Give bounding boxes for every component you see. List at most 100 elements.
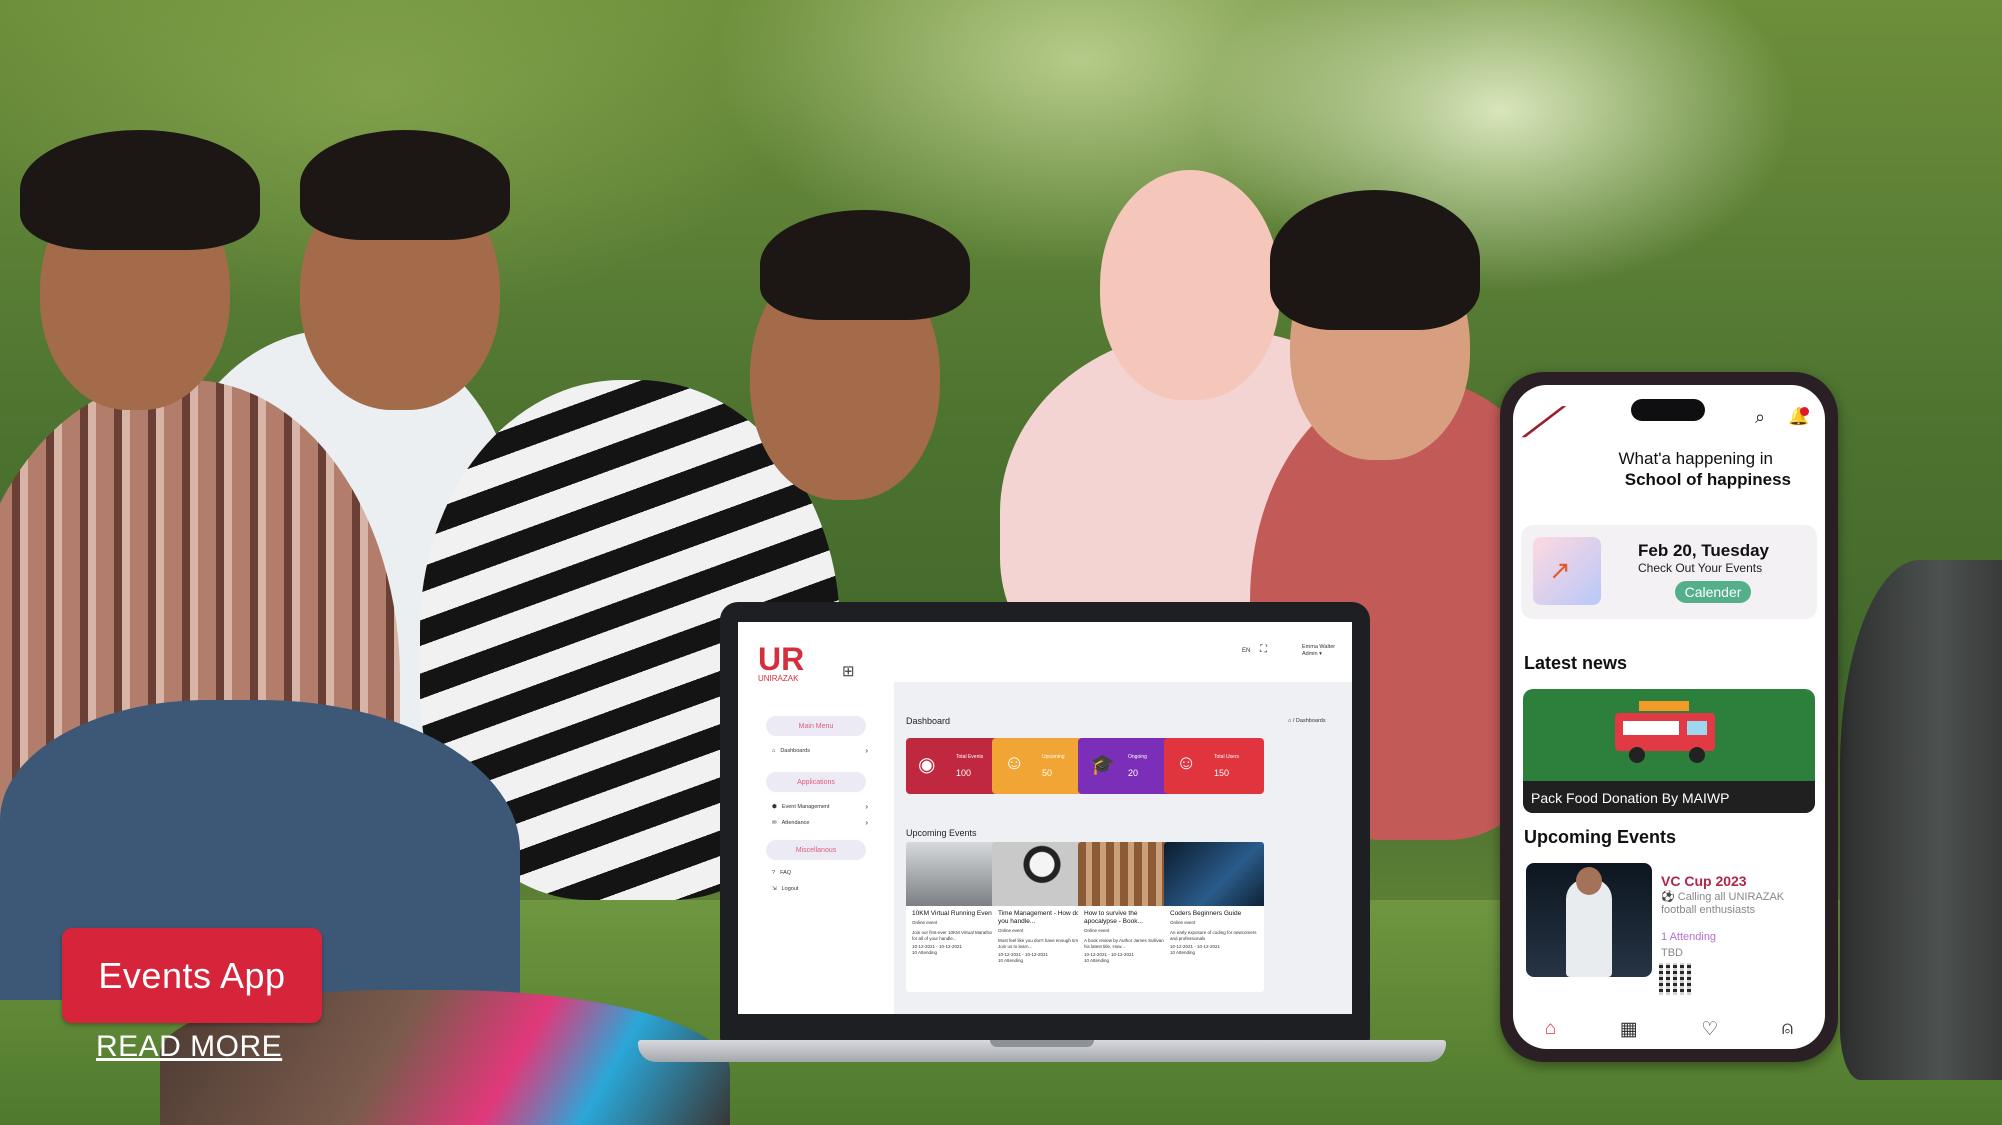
help-icon: ? [772, 870, 776, 876]
event-image-running [906, 842, 1006, 906]
logout-icon: ⇲ [772, 886, 777, 892]
greeting-subtitle: School of happiness [1624, 470, 1791, 489]
event-title: 10KM Virtual Running Event [912, 910, 994, 917]
upcoming-events-title: Upcoming Events [1524, 827, 1677, 847]
breadcrumb-label: / Dashboards [1292, 718, 1326, 724]
bottom-nav: ⌂ ▦ ♡ ⍝ [1513, 1009, 1825, 1049]
chevron-right-icon: › [865, 818, 868, 827]
group-icon: ☺ [1004, 752, 1025, 774]
event-image-goalkeeper[interactable] [1526, 863, 1652, 977]
read-more-link[interactable]: READ MORE [96, 1030, 282, 1064]
event-desc: ⚽ Calling all UNIRAZAK football enthusia… [1661, 891, 1785, 916]
events-app-button[interactable]: Events App [62, 928, 322, 1023]
backpack-right [1840, 560, 2002, 1080]
calendar-date: Feb 20, Tuesday [1638, 541, 1770, 560]
event-type: Online event [998, 928, 1024, 933]
unirazak-logo: UR UNIRAZAK [758, 641, 818, 684]
mail-icon: ✉ [772, 819, 777, 826]
fullscreen-icon[interactable]: ⛶ [1260, 644, 1267, 655]
grid-icon[interactable]: ⊞ [842, 662, 855, 680]
cube-icon: ⬢ [772, 803, 777, 810]
event-desc: A book review by Author James Sullivan o… [1084, 938, 1171, 949]
student-hair [300, 130, 510, 240]
event-attending: 10 Attending [1170, 950, 1196, 955]
event-card[interactable]: How to survive the apocalypse - Book... … [1078, 842, 1178, 992]
event-attending: 10 Attending [998, 958, 1024, 963]
stat-label: Upcoming [1042, 754, 1065, 760]
profile-icon[interactable]: ⍝ [1782, 1018, 1793, 1040]
section-miscellaneous: Miscellanous [766, 840, 866, 860]
user-name: Emma Walter [1302, 644, 1336, 650]
sidebar-item-event-management[interactable]: ⬢ Event Management › [772, 802, 868, 811]
student-hair [1270, 190, 1480, 330]
home-icon: ⌂ [1288, 718, 1292, 724]
notification-dot [1800, 407, 1809, 416]
language-selector[interactable]: EN [1242, 648, 1250, 654]
event-card[interactable]: Coders Beginners Guide Online event An e… [1164, 842, 1264, 992]
search-icon[interactable]: ⌕ [1755, 407, 1765, 428]
chevron-right-icon: › [865, 746, 868, 755]
event-attending: 10 Attending [912, 950, 938, 955]
calendar-subtitle: Check Out Your Events [1638, 561, 1763, 575]
phone-screen-app: ⟋ ⌕ 🔔 What'a happening in School of happ… [1513, 385, 1825, 1049]
sidebar-item-faq[interactable]: ? FAQ [772, 870, 868, 876]
chart-arrow-icon: ↗ [1549, 555, 1571, 585]
event-desc: Join our first-ever 10KM Virtual Maratho… [912, 930, 994, 941]
laptop-notch [990, 1040, 1094, 1047]
event-type: Online event [912, 920, 938, 925]
event-type: Online event [1084, 928, 1110, 933]
player-head [1576, 867, 1602, 895]
student-hijab [1100, 170, 1280, 400]
upcoming-events-title: Upcoming Events [906, 828, 977, 838]
event-desc: Most feel like you don't have enough tim… [998, 938, 1084, 949]
greeting-line: What'a happening in [1618, 449, 1773, 468]
calendar-card[interactable]: ↗ Feb 20, Tuesday Check Out Your Events … [1521, 525, 1817, 619]
event-image-library [1078, 842, 1178, 906]
group-icon: ☺ [1176, 752, 1197, 774]
section-applications: Applications [766, 772, 866, 792]
event-image-code [1164, 842, 1264, 906]
calendar-button[interactable]: Calender [1675, 581, 1751, 603]
event-card[interactable]: 10KM Virtual Running Event Online event … [906, 842, 1006, 992]
event-title[interactable]: VC Cup 2023 [1661, 873, 1747, 889]
stat-card-total-events[interactable]: ◉ Total Events 100 [906, 738, 1006, 794]
section-main-menu: Main Menu [766, 716, 866, 736]
stat-value: 20 [1128, 768, 1139, 778]
home-icon: ⌂ [772, 747, 776, 754]
sidebar-item-label: Attendance [781, 819, 810, 826]
user-menu[interactable]: Emma Walter Admin ▾ [1302, 644, 1335, 658]
stat-card-total-users[interactable]: ☺ Total Users 150 [1164, 738, 1264, 794]
sidebar-item-attendance[interactable]: ✉ Attendance › [772, 818, 868, 827]
student-hair [20, 130, 260, 250]
event-card[interactable]: Time Management - How do you handle... O… [992, 842, 1092, 992]
stat-label: Ongoing [1128, 754, 1147, 760]
news-caption: Pack Food Donation By MAIWP [1523, 781, 1815, 813]
dashboard-topbar: EN ⛶ Emma Walter Admin ▾ [894, 622, 1352, 682]
stat-value: 50 [1042, 768, 1053, 778]
home-icon[interactable]: ⌂ [1545, 1018, 1556, 1040]
calendar-icon[interactable]: ▦ [1620, 1018, 1638, 1041]
stat-value: 150 [1214, 768, 1230, 778]
breadcrumb: ⌂ / Dashboards [1288, 718, 1326, 724]
sidebar-item-logout[interactable]: ⇲ Logout [772, 886, 868, 892]
heart-icon[interactable]: ♡ [1701, 1018, 1718, 1041]
event-title: Time Management - How do you handle... [998, 910, 1080, 925]
news-card[interactable]: Pack Food Donation By MAIWP [1523, 689, 1815, 813]
stat-label: Total Users [1214, 754, 1240, 760]
sidebar-item-label: Logout [781, 886, 799, 892]
sidebar-item-label: FAQ [780, 870, 792, 876]
stat-card-ongoing[interactable]: 🎓 Ongoing 20 [1078, 738, 1178, 794]
qr-code-icon[interactable] [1659, 963, 1691, 995]
logo-text: UR [758, 641, 805, 677]
user-circle-icon: ◉ [918, 754, 936, 776]
logo-subtext: UNIRAZAK [758, 674, 799, 683]
calendar-illustration: ↗ [1533, 537, 1601, 605]
latest-news-title: Latest news [1524, 653, 1628, 673]
stat-label: Total Events [956, 754, 984, 760]
student-hair [760, 210, 970, 320]
event-desc: An early exposure of coding for newcomer… [1170, 930, 1257, 941]
sidebar-item-dashboards[interactable]: ⌂ Dashboards › [772, 746, 868, 755]
stat-card-upcoming[interactable]: ☺ Upcoming 50 [992, 738, 1092, 794]
event-type: Online event [1170, 920, 1196, 925]
chevron-right-icon: › [865, 802, 868, 811]
